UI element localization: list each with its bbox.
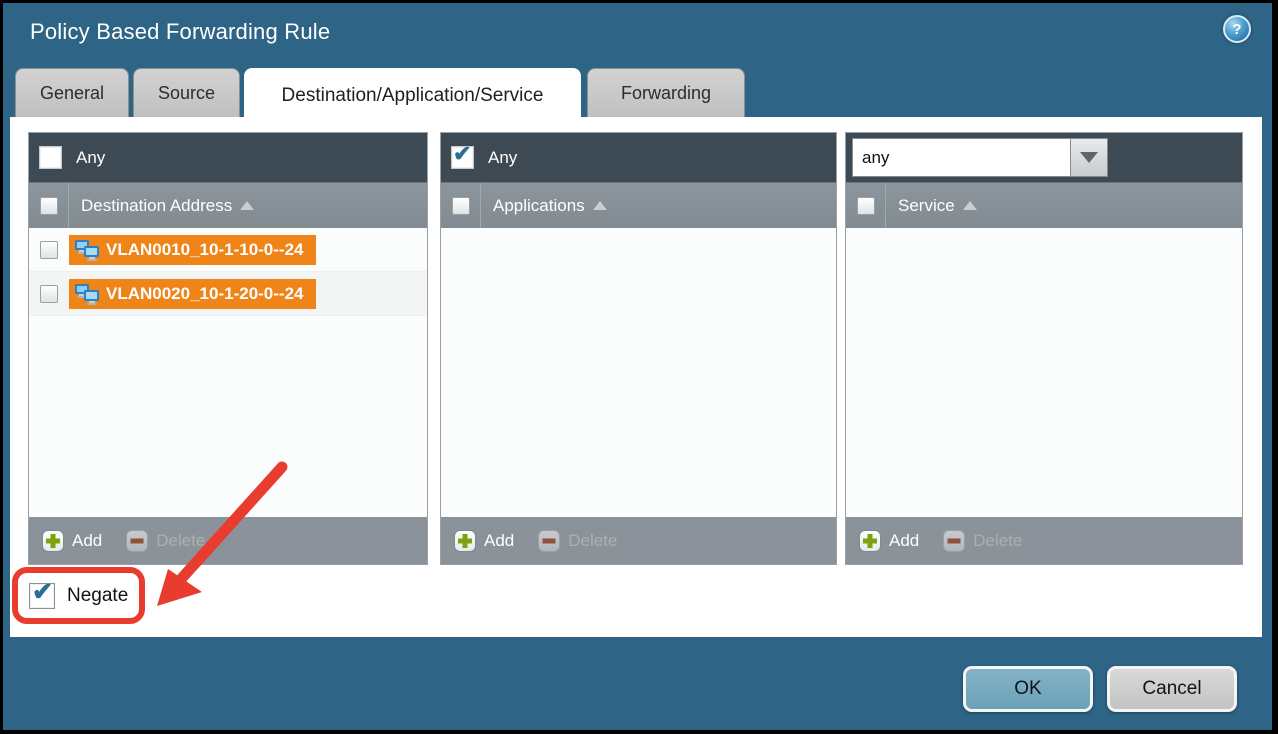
address-object-label: VLAN0010_10-1-10-0--24: [106, 240, 304, 260]
applications-any-checkbox[interactable]: [451, 146, 474, 169]
cancel-button[interactable]: Cancel: [1107, 666, 1237, 712]
plus-icon: [454, 530, 476, 552]
destination-select-all-checkbox[interactable]: [40, 197, 58, 215]
applications-column-title: Applications: [493, 196, 585, 216]
minus-icon: [943, 530, 965, 552]
table-row[interactable]: VLAN0020_10-1-20-0--24: [29, 272, 427, 316]
checkmark-icon: [453, 141, 471, 167]
negate-label: Negate: [67, 585, 128, 607]
applications-any-bar: Any: [441, 133, 836, 182]
help-icon[interactable]: ?: [1223, 15, 1251, 43]
destination-footer-bar: Add Delete: [29, 517, 427, 564]
sort-ascending-icon: [240, 201, 254, 210]
destination-any-checkbox[interactable]: [39, 146, 62, 169]
applications-column-header[interactable]: Applications: [441, 182, 836, 228]
destination-any-bar: Any: [29, 133, 427, 182]
service-column-title: Service: [898, 196, 955, 216]
destination-any-label: Any: [76, 148, 105, 168]
minus-icon: [126, 530, 148, 552]
checkmark-icon: [32, 577, 53, 607]
chevron-down-icon: [1080, 152, 1098, 163]
service-list: [846, 228, 1242, 517]
destination-list: VLAN0010_10-1-10-0--24: [29, 228, 427, 517]
destination-column-header[interactable]: Destination Address: [29, 182, 427, 228]
destination-address-panel: Any Destination Address: [28, 132, 428, 565]
dropdown-button[interactable]: [1070, 138, 1108, 177]
applications-footer-bar: Add Delete: [441, 517, 836, 564]
service-select-all-checkbox[interactable]: [857, 197, 875, 215]
destination-column-title: Destination Address: [81, 196, 232, 216]
service-footer-bar: Add Delete: [846, 517, 1242, 564]
service-header-bar: any: [846, 133, 1242, 182]
sort-ascending-icon: [963, 201, 977, 210]
tab-destination-application-service[interactable]: Destination/Application/Service: [244, 68, 581, 123]
row-checkbox[interactable]: [40, 241, 58, 259]
sort-ascending-icon: [593, 201, 607, 210]
add-button[interactable]: Add: [454, 530, 514, 552]
address-object-label: VLAN0020_10-1-20-0--24: [106, 284, 304, 304]
minus-icon: [538, 530, 560, 552]
address-group-icon: [74, 239, 100, 261]
delete-button[interactable]: Delete: [126, 530, 205, 552]
negate-checkbox[interactable]: [29, 583, 55, 609]
applications-panel: Any Applications Add: [440, 132, 837, 565]
policy-forwarding-dialog: Policy Based Forwarding Rule ? General S…: [3, 3, 1272, 730]
tab-general[interactable]: General: [15, 68, 129, 117]
table-row[interactable]: VLAN0010_10-1-10-0--24: [29, 228, 427, 272]
service-column-header[interactable]: Service: [846, 182, 1242, 228]
screenshot-frame: Policy Based Forwarding Rule ? General S…: [0, 0, 1278, 734]
dialog-title: Policy Based Forwarding Rule: [30, 19, 330, 45]
service-dropdown[interactable]: any: [852, 138, 1108, 177]
address-object-chip[interactable]: VLAN0010_10-1-10-0--24: [69, 235, 316, 265]
applications-any-label: Any: [488, 148, 517, 168]
add-button[interactable]: Add: [859, 530, 919, 552]
service-panel: any Service: [845, 132, 1243, 565]
applications-list: [441, 228, 836, 517]
applications-select-all-checkbox[interactable]: [452, 197, 470, 215]
service-dropdown-value: any: [852, 138, 1070, 177]
tab-content-area: Any Destination Address: [10, 117, 1262, 637]
add-button[interactable]: Add: [42, 530, 102, 552]
plus-icon: [42, 530, 64, 552]
address-group-icon: [74, 283, 100, 305]
address-object-chip[interactable]: VLAN0020_10-1-20-0--24: [69, 279, 316, 309]
plus-icon: [859, 530, 881, 552]
ok-button[interactable]: OK: [963, 666, 1093, 712]
row-checkbox[interactable]: [40, 285, 58, 303]
tab-forwarding[interactable]: Forwarding: [587, 68, 745, 117]
delete-button[interactable]: Delete: [943, 530, 1022, 552]
tab-source[interactable]: Source: [133, 68, 240, 117]
negate-annotation-highlight: Negate: [12, 567, 145, 624]
delete-button[interactable]: Delete: [538, 530, 617, 552]
